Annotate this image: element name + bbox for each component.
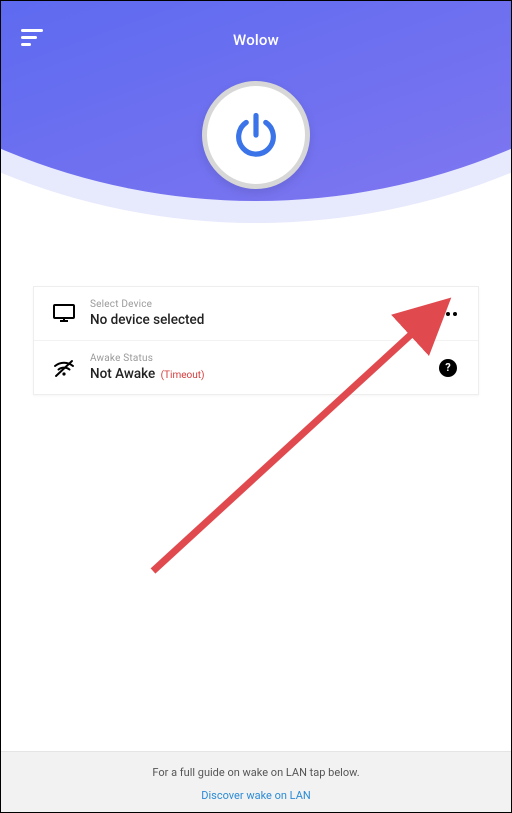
status-help-button[interactable]: ? [434,359,462,377]
select-device-row[interactable]: Select Device No device selected [34,287,478,341]
menu-icon [21,29,43,32]
footer-link[interactable]: Discover wake on LAN [1,789,511,802]
footer-guide-text: For a full guide on wake on LAN tap belo… [1,766,511,779]
footer: For a full guide on wake on LAN tap belo… [1,751,511,812]
more-icon [439,312,457,316]
device-card: Select Device No device selected Awake S… [33,286,479,395]
device-more-button[interactable] [434,312,462,316]
device-label: Select Device [90,299,434,310]
power-button[interactable] [202,81,310,189]
awake-status-row[interactable]: Awake Status Not Awake (Timeout) ? [34,341,478,394]
device-value: No device selected [90,312,434,328]
header: Wolow [1,1,511,256]
menu-button[interactable] [21,29,45,49]
power-icon [230,109,282,161]
monitor-icon [52,303,76,325]
status-label: Awake Status [90,353,434,364]
status-value: Not Awake (Timeout) [90,366,434,382]
help-icon: ? [439,359,457,377]
app-title: Wolow [21,31,491,49]
status-suffix: (Timeout) [161,370,205,381]
wifi-off-icon [52,357,76,379]
